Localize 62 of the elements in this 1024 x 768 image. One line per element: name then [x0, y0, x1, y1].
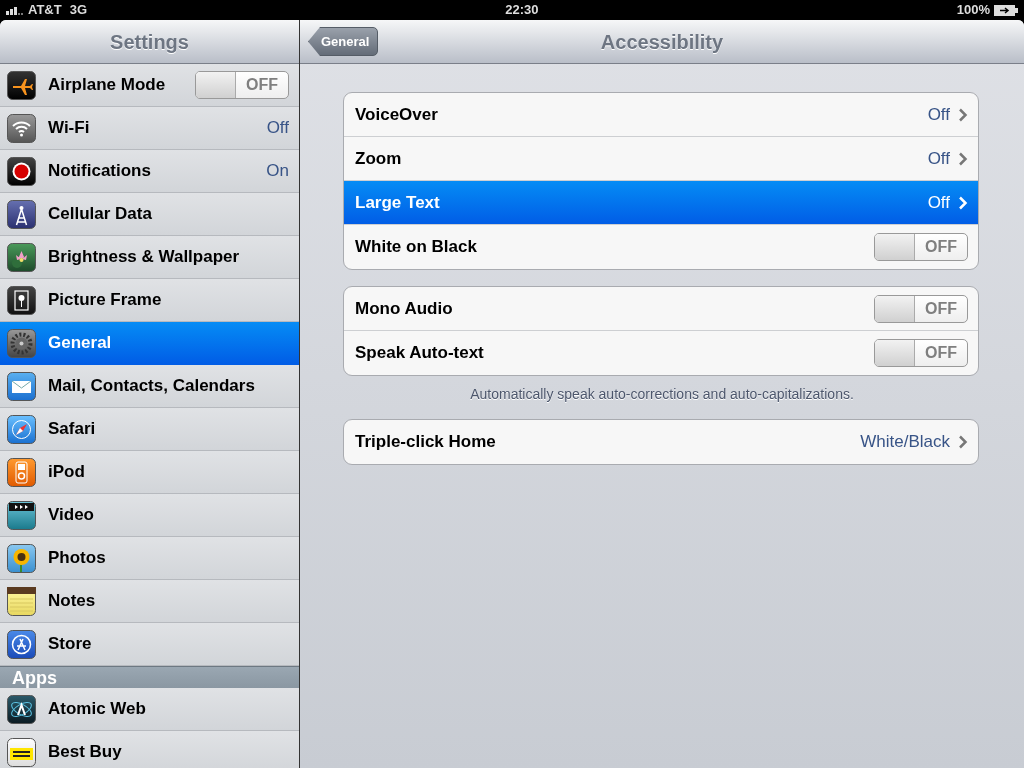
- network-type: 3G: [69, 1, 88, 20]
- settings-row[interactable]: Speak Auto-text OFF: [344, 331, 978, 375]
- gear-icon: [7, 328, 36, 358]
- airplane-icon: [7, 70, 36, 100]
- setting-value: Off: [266, 117, 289, 140]
- sidebar-item[interactable]: Atomic Web: [0, 688, 299, 731]
- chevron-icon: [958, 195, 968, 210]
- settings-row[interactable]: Triple-click Home White/Black: [344, 420, 978, 464]
- battery-icon: [994, 4, 1018, 16]
- wifi-icon: [7, 113, 36, 143]
- footer-note: Automatically speak auto-corrections and auto-capitalizations.: [469, 385, 855, 404]
- sidebar-item[interactable]: Photos: [0, 537, 299, 580]
- setting-value: Off: [927, 147, 950, 170]
- app-store-icon: [7, 629, 36, 659]
- settings-row[interactable]: Mono Audio OFF: [344, 287, 978, 331]
- sidebar-item[interactable]: Picture Frame: [0, 279, 299, 322]
- music-player-icon: [7, 457, 36, 487]
- sidebar-item[interactable]: Mail, Contacts, Calendars: [0, 365, 299, 408]
- setting-value: White/Black: [860, 431, 950, 454]
- chevron-icon: [958, 151, 968, 166]
- back-button[interactable]: General: [308, 27, 379, 56]
- battery-percent: 100%: [956, 1, 990, 20]
- chevron-icon: [958, 435, 968, 449]
- toggle-switch[interactable]: OFF: [874, 233, 968, 261]
- settings-row[interactable]: Large Text Off: [344, 181, 978, 225]
- page-title: Accessibility: [600, 29, 724, 55]
- settings-row[interactable]: White on Black OFF: [344, 225, 978, 269]
- sunflower-icon: [7, 543, 36, 573]
- toggle-switch[interactable]: OFF: [195, 71, 289, 99]
- clock-time: 22:30: [505, 2, 539, 18]
- sidebar-item[interactable]: Airplane Mode OFF: [0, 64, 299, 107]
- antenna-tower-icon: [7, 199, 36, 229]
- signal-icon: [6, 5, 24, 15]
- sidebar-item[interactable]: Notifications On: [0, 150, 299, 193]
- toggle-switch[interactable]: OFF: [874, 294, 968, 323]
- flower-icon: [7, 242, 36, 272]
- envelope-icon: [7, 371, 36, 401]
- carrier-name: AT&T: [28, 1, 62, 20]
- sidebar-title: Settings: [110, 29, 189, 55]
- setting-value: Off: [927, 191, 950, 214]
- toggle-switch[interactable]: OFF: [874, 339, 968, 367]
- clapperboard-icon: [7, 500, 36, 530]
- chevron-icon: [958, 107, 968, 122]
- sidebar-item[interactable]: Store: [0, 623, 299, 666]
- compass-icon: [7, 414, 36, 444]
- record-icon: [7, 156, 36, 186]
- sidebar-item[interactable]: Notes: [0, 580, 299, 623]
- notepad-icon: [7, 586, 36, 616]
- section-header: Apps: [0, 666, 299, 688]
- atom-icon: [7, 694, 36, 724]
- settings-row[interactable]: VoiceOver Off: [344, 93, 978, 137]
- sidebar-item[interactable]: General: [0, 322, 299, 365]
- sidebar-item[interactable]: Video: [0, 494, 299, 537]
- sidebar-item[interactable]: iPod: [0, 451, 299, 494]
- sidebar-item[interactable]: Wi-Fi Off: [0, 107, 299, 150]
- picture-frame-icon: [7, 285, 36, 315]
- sidebar-item[interactable]: Cellular Data: [0, 193, 299, 236]
- sidebar-item[interactable]: Safari: [0, 408, 299, 451]
- sidebar-item[interactable]: Brightness & Wallpaper: [0, 236, 299, 279]
- sidebar-item[interactable]: Best Buy: [0, 731, 299, 768]
- setting-value: On: [266, 160, 289, 183]
- setting-value: Off: [927, 103, 950, 126]
